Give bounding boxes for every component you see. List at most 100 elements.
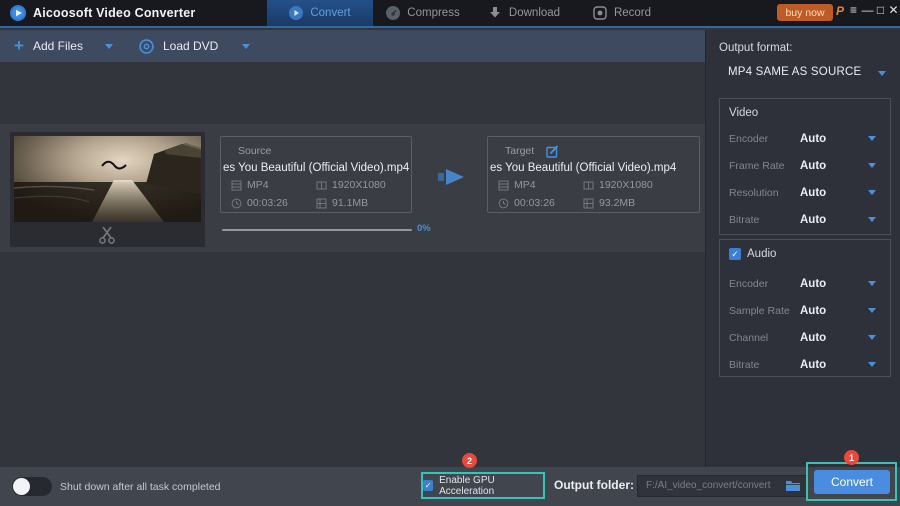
output-folder-label: Output folder: [554, 478, 634, 492]
source-label: Source [238, 145, 271, 157]
setting-label: Sample Rate [729, 305, 790, 317]
target-info-box: Target es You Beautiful (Official Video)… [487, 136, 700, 213]
setting-value[interactable]: Auto [800, 359, 826, 371]
chevron-down-icon[interactable] [868, 335, 876, 340]
load-dvd-button[interactable]: Load DVD [163, 39, 218, 53]
target-resolution: 1920X1080 [599, 179, 653, 191]
convert-arrow-icon [438, 165, 466, 189]
shutdown-toggle[interactable] [12, 477, 52, 496]
source-size: 91.1MB [332, 197, 368, 209]
chevron-down-icon[interactable] [868, 281, 876, 286]
compress-tab-icon [386, 6, 400, 20]
trim-scissors-icon[interactable] [97, 226, 117, 244]
toolbar: + Add Files Load DVD [0, 30, 705, 62]
video-settings-box: Video Encoder Auto Frame Rate Auto Resol… [719, 98, 891, 235]
output-format-select[interactable]: MP4 SAME AS SOURCE [728, 66, 861, 78]
source-filename: es You Beautiful (Official Video).mp4 [223, 162, 411, 174]
chevron-down-icon[interactable] [868, 190, 876, 195]
source-format: MP4 [247, 179, 269, 191]
duration-icon [231, 198, 242, 209]
tab-download[interactable]: Download [478, 0, 570, 26]
minimize-button[interactable]: — [861, 3, 874, 17]
maximize-button[interactable]: □ [874, 3, 887, 17]
tab-label: Download [509, 7, 560, 19]
setting-label: Encoder [729, 133, 768, 145]
target-label: Target [505, 145, 534, 157]
video-section-title: Video [729, 107, 758, 119]
chevron-down-icon[interactable] [868, 136, 876, 141]
audio-settings-box: Audio Encoder Auto Sample Rate Auto Chan… [719, 239, 891, 377]
setting-value[interactable]: Auto [800, 214, 826, 226]
browse-folder-icon[interactable] [785, 480, 801, 492]
setting-value[interactable]: Auto [800, 187, 826, 199]
buy-now-button[interactable]: buy now [777, 4, 833, 21]
annotation-badge-2: 2 [462, 453, 477, 468]
target-size: 93.2MB [599, 197, 635, 209]
setting-value[interactable]: Auto [800, 305, 826, 317]
promo-icon[interactable]: P [836, 4, 844, 18]
target-format: MP4 [514, 179, 536, 191]
setting-value[interactable]: Auto [800, 160, 826, 172]
tab-compress[interactable]: Compress [376, 0, 470, 26]
format-icon [498, 180, 509, 191]
add-files-button[interactable]: Add Files [33, 39, 83, 53]
output-format-title: Output format: [719, 42, 793, 54]
resolution-icon [583, 180, 594, 191]
file-list-area: Source es You Beautiful (Official Video)… [0, 62, 705, 467]
gpu-acceleration-option[interactable]: Enable GPU Acceleration [421, 472, 545, 499]
app-logo-icon [10, 5, 26, 21]
setting-label: Bitrate [729, 359, 759, 371]
setting-value[interactable]: Auto [800, 332, 826, 344]
tab-record[interactable]: Record [583, 0, 661, 26]
setting-label: Frame Rate [729, 160, 784, 172]
toggle-knob-icon [13, 478, 30, 495]
gpu-checkbox[interactable] [423, 480, 433, 491]
thumbnail-image [14, 136, 201, 222]
menu-icon[interactable]: ≡ [847, 3, 860, 17]
audio-section-title: Audio [747, 248, 776, 260]
progress-percent: 0% [417, 223, 431, 234]
output-folder-input[interactable]: F:/AI_video_convert/convert [637, 475, 807, 497]
setting-value[interactable]: Auto [800, 278, 826, 290]
chevron-down-icon[interactable] [868, 308, 876, 313]
setting-label: Bitrate [729, 214, 759, 226]
load-dvd-caret-icon[interactable] [242, 44, 250, 49]
tab-convert[interactable]: Convert [267, 0, 373, 26]
record-tab-icon [593, 6, 607, 20]
setting-label: Resolution [729, 187, 779, 199]
chevron-down-icon[interactable] [868, 362, 876, 367]
file-row: Source es You Beautiful (Official Video)… [0, 124, 705, 252]
app-window: Aicoosoft Video Converter Convert Compre… [0, 0, 900, 506]
chevron-down-icon[interactable] [868, 163, 876, 168]
target-duration: 00:03:26 [514, 197, 555, 209]
gpu-label: Enable GPU Acceleration [439, 475, 543, 497]
duration-icon [498, 198, 509, 209]
tab-label: Convert [310, 7, 350, 19]
shutdown-label: Shut down after all task completed [60, 481, 221, 493]
load-dvd-icon [139, 39, 154, 54]
edit-target-icon[interactable] [546, 145, 559, 158]
output-settings-panel: Output format: MP4 SAME AS SOURCE Video … [705, 30, 900, 467]
resolution-icon [316, 180, 327, 191]
setting-label: Channel [729, 332, 768, 344]
filesize-icon [316, 198, 327, 209]
app-title: Aicoosoft Video Converter [33, 6, 195, 20]
video-thumbnail[interactable] [10, 132, 205, 247]
tab-label: Compress [407, 7, 459, 19]
output-format-caret-icon[interactable] [878, 71, 886, 76]
close-button[interactable]: ✕ [887, 3, 900, 17]
target-filename: es You Beautiful (Official Video).mp4 [490, 162, 699, 174]
convert-button[interactable]: Convert [814, 470, 890, 494]
progress-bar [222, 229, 412, 231]
format-icon [231, 180, 242, 191]
add-files-caret-icon[interactable] [105, 44, 113, 49]
source-duration: 00:03:26 [247, 197, 288, 209]
filesize-icon [583, 198, 594, 209]
source-info-box: Source es You Beautiful (Official Video)… [220, 136, 412, 213]
tab-label: Record [614, 7, 651, 19]
setting-value[interactable]: Auto [800, 133, 826, 145]
audio-checkbox[interactable] [729, 248, 741, 260]
chevron-down-icon[interactable] [868, 217, 876, 222]
source-resolution: 1920X1080 [332, 179, 386, 191]
setting-label: Encoder [729, 278, 768, 290]
